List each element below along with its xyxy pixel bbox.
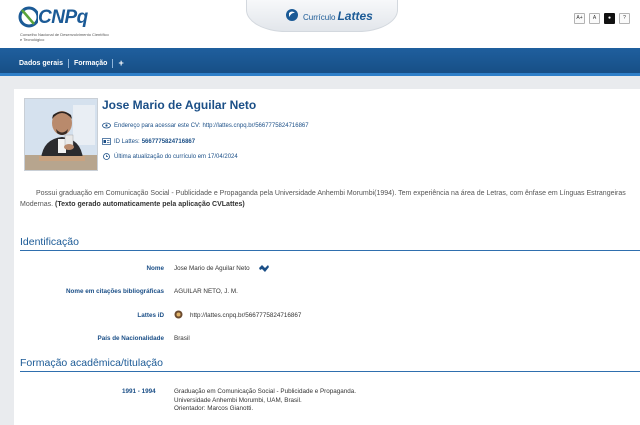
curriculo-lattes-brand[interactable]: Currículo Lattes <box>246 0 398 32</box>
education-institution: Universidade Anhembi Morumbi, UAM, Brasi… <box>174 396 302 404</box>
lattes-id-value: 5667775824716867 <box>141 138 196 145</box>
section-identificacao-title: Identificação <box>20 236 79 248</box>
nav-formacao[interactable]: Formação <box>74 60 107 67</box>
high-contrast-button[interactable]: ● <box>604 13 615 24</box>
lattes-id-link[interactable]: http://lattes.cnpq.br/5667775824716867 <box>190 312 301 319</box>
logo-text: CNPq <box>38 7 88 28</box>
font-default-button[interactable]: A <box>589 13 600 24</box>
brand-prefix: Currículo <box>303 13 336 22</box>
verified-icon <box>259 265 269 272</box>
main-content: Jose Mario de Aguilar Neto Endereço para… <box>14 89 640 425</box>
cv-address-label: Endereço para acessar este CV: <box>114 122 201 129</box>
nav-dados-gerais[interactable]: Dados gerais <box>19 60 63 67</box>
lattes-small-icon <box>174 310 183 319</box>
section-divider <box>20 250 640 251</box>
nav-items: Dados gerais Formação + <box>19 58 124 68</box>
id-card-icon <box>102 138 111 145</box>
cv-address-line: Endereço para acessar este CV: http://la… <box>102 122 309 129</box>
nav-divider <box>67 58 69 68</box>
eye-icon <box>102 122 111 129</box>
lattes-id-line: ID Lattes: 5667775824716867 <box>102 138 195 145</box>
nav-more-button[interactable]: + <box>118 58 123 68</box>
last-update-line: Última atualização do currículo em 17/04… <box>102 153 238 160</box>
resume-note: (Texto gerado automaticamente pela aplic… <box>55 201 245 208</box>
brand-name: Lattes <box>337 9 373 23</box>
education-advisor: Orientador: Marcos Gianotti. <box>174 405 254 412</box>
brand-title: Currículo Lattes <box>303 9 373 23</box>
resume-text: Possui graduação em Comunicação Social -… <box>20 188 638 210</box>
lattes-id-label: ID Lattes: <box>114 138 140 145</box>
education-degree: Graduação em Comunicação Social - Public… <box>174 388 357 395</box>
top-header: CNPq Conselho Nacional de Desenvolviment… <box>0 0 640 48</box>
citation-value: AGUILAR NETO, J. M. <box>174 288 238 295</box>
country-value: Brasil <box>174 335 190 342</box>
help-button[interactable]: ? <box>619 13 630 24</box>
profile-photo <box>24 98 98 171</box>
update-icon <box>103 153 110 160</box>
main-nav: Dados gerais Formação + <box>0 48 640 76</box>
accessibility-controls: A+ A ● ? <box>574 13 630 24</box>
education-years: 1991 - 1994 <box>122 388 156 395</box>
nav-divider <box>112 58 114 68</box>
lattes-id-field-label: Lattes iD <box>137 312 164 319</box>
logo-subtitle: Conselho Nacional de Desenvolvimento Cie… <box>20 32 109 42</box>
last-update-text: Última atualização do currículo em 17/04… <box>114 153 238 160</box>
profile-name: Jose Mario de Aguilar Neto <box>102 98 257 112</box>
cv-address-url[interactable]: http://lattes.cnpq.br/5667775824716867 <box>203 123 309 129</box>
citation-label: Nome em citações bibliográficas <box>66 288 164 295</box>
name-value: Jose Mario de Aguilar Neto <box>174 265 250 272</box>
section-divider <box>20 371 640 372</box>
name-label: Nome <box>146 265 165 272</box>
section-formacao-title: Formação acadêmica/titulação <box>20 357 163 369</box>
profile-photo-image <box>25 99 97 170</box>
font-increase-button[interactable]: A+ <box>574 13 585 24</box>
education-details: Graduação em Comunicação Social - Public… <box>174 388 356 414</box>
lattes-logo-icon <box>286 9 298 21</box>
cnpq-logo-icon <box>18 6 38 28</box>
cnpq-logo[interactable]: CNPq Conselho Nacional de Desenvolviment… <box>18 6 118 44</box>
country-label: País de Nacionalidade <box>97 335 165 342</box>
